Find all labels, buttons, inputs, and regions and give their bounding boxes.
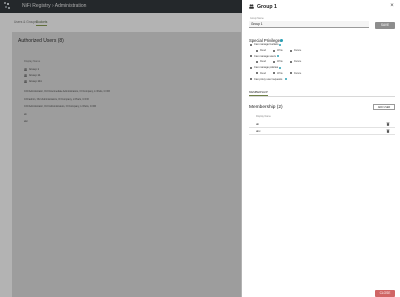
save-button[interactable]: SAVE xyxy=(375,22,395,29)
manage-policies-checkbox[interactable] xyxy=(250,66,253,69)
membership-title: Membership (2) xyxy=(249,105,283,110)
member-name: ab xyxy=(256,122,260,126)
delete-label: Delete xyxy=(294,60,302,63)
manage-buckets-checkbox[interactable] xyxy=(250,43,253,46)
policies-write-checkbox[interactable] xyxy=(273,72,276,75)
display-name-column-header[interactable]: Display Name xyxy=(256,115,271,118)
privilege-label: Can proxy user requests xyxy=(254,77,283,81)
member-row: abc xyxy=(249,127,395,135)
help-icon[interactable] xyxy=(280,38,283,42)
manage-users-checkbox[interactable] xyxy=(250,55,253,58)
add-user-button[interactable]: ADD USER xyxy=(373,104,395,110)
delete-label: Delete xyxy=(294,71,302,75)
delete-icon[interactable] xyxy=(386,129,390,133)
write-label: Write xyxy=(277,71,283,75)
read-label: Read xyxy=(260,49,266,52)
policies-delete-checkbox[interactable] xyxy=(290,72,293,75)
write-label: Write xyxy=(277,49,283,52)
privilege-label: Can manage buckets xyxy=(254,43,279,46)
divider xyxy=(249,96,395,97)
help-icon[interactable] xyxy=(279,66,282,69)
users-delete-checkbox[interactable] xyxy=(290,60,293,63)
group-dialog: Group 1 × Group Name SAVE Special Privil… xyxy=(242,0,400,297)
help-icon[interactable] xyxy=(285,78,288,81)
users-write-checkbox[interactable] xyxy=(273,60,276,63)
proxy-user-requests-checkbox[interactable] xyxy=(250,78,253,81)
read-label: Read xyxy=(260,60,266,63)
read-label: Read xyxy=(260,71,266,75)
help-icon[interactable] xyxy=(279,43,282,46)
privilege-label: Can manage users xyxy=(254,54,276,58)
member-name: abc xyxy=(256,129,261,133)
write-label: Write xyxy=(277,60,283,63)
buckets-write-checkbox[interactable] xyxy=(273,49,276,52)
group-name-input[interactable] xyxy=(249,21,369,28)
dialog-title: Group 1 xyxy=(257,4,277,10)
buckets-read-checkbox[interactable] xyxy=(256,49,259,52)
policies-read-checkbox[interactable] xyxy=(256,72,259,75)
group-icon xyxy=(249,4,254,9)
buckets-delete-checkbox[interactable] xyxy=(290,49,293,52)
users-read-checkbox[interactable] xyxy=(256,60,259,63)
close-icon[interactable]: × xyxy=(389,3,395,9)
delete-label: Delete xyxy=(294,49,302,52)
help-icon[interactable] xyxy=(277,55,280,58)
close-button[interactable]: CLOSE xyxy=(375,290,395,297)
delete-icon[interactable] xyxy=(386,122,390,126)
group-name-label: Group Name xyxy=(250,17,264,20)
privilege-label: Can manage policies xyxy=(254,66,279,69)
